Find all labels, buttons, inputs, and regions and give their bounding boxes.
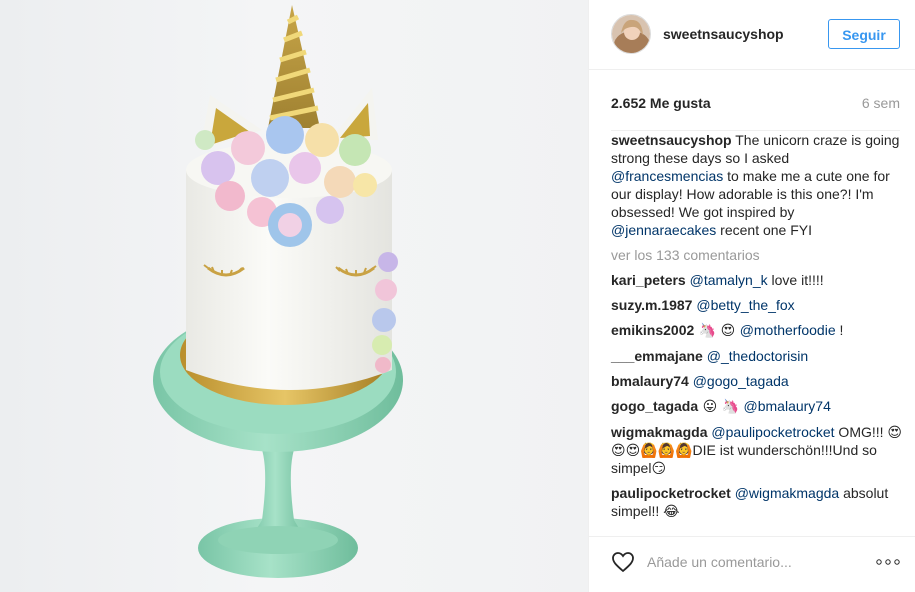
caption-text: recent one FYI <box>716 222 812 238</box>
more-options-icon[interactable] <box>876 559 900 565</box>
comment-text: ! <box>835 322 844 338</box>
comment-item: wigmakmagda @paulipocketrocket OMG!!! 😍😍… <box>611 423 903 477</box>
avatar[interactable] <box>611 14 651 54</box>
comment-mention[interactable]: @tamalyn_k <box>690 272 768 288</box>
comment-list: sweetnsaucyshop The unicorn craze is goi… <box>611 131 903 527</box>
instagram-post-modal: sweetnsaucyshop Seguir 2.652 Me gusta 6 … <box>0 0 915 592</box>
comment-mention[interactable]: @paulipocketrocket <box>711 424 834 440</box>
comment-item: suzy.m.1987 @betty_the_fox <box>611 296 903 314</box>
comment-item: kari_peters @tamalyn_k love it!!!! <box>611 271 903 289</box>
comment-mention[interactable]: @motherfoodie <box>740 322 836 338</box>
comment-emoji: 🦄 😍 <box>694 323 740 339</box>
unicorn-cake-image <box>153 5 403 578</box>
comment-mention[interactable]: @wigmakmagda <box>735 485 839 501</box>
heart-icon[interactable] <box>611 550 635 574</box>
comment-emoji: 😛 🦄 <box>698 399 744 415</box>
avatar-image <box>612 15 650 53</box>
comment-username[interactable]: wigmakmagda <box>611 424 707 440</box>
post-username[interactable]: sweetnsaucyshop <box>663 26 784 42</box>
comment-item: bmalaury74 @gogo_tagada <box>611 372 903 390</box>
comment-username[interactable]: gogo_tagada <box>611 398 698 414</box>
comment-username[interactable]: ___emmajane <box>611 348 703 364</box>
comment-username[interactable]: emikins2002 <box>611 322 694 338</box>
comment-mention[interactable]: @gogo_tagada <box>693 373 789 389</box>
comment-username[interactable]: suzy.m.1987 <box>611 297 692 313</box>
comment-mention[interactable]: @betty_the_fox <box>696 297 794 313</box>
comment-item: paulipocketrocket @wigmakmagda absolut s… <box>611 484 903 520</box>
comment-item: emikins2002 🦄 😍 @motherfoodie ! <box>611 321 903 340</box>
comment-text: love it!!!! <box>767 272 824 288</box>
follow-button[interactable]: Seguir <box>828 19 900 49</box>
comment-mention[interactable]: @bmalaury74 <box>744 398 831 414</box>
caption-mention[interactable]: @jennaraecakes <box>611 222 716 238</box>
view-all-comments-link[interactable]: ver los 133 comentarios <box>611 246 903 264</box>
comment-mention[interactable]: @_thedoctorisin <box>707 348 808 364</box>
comment-item: gogo_tagada 😛 🦄 @bmalaury74 <box>611 397 903 416</box>
comment-username[interactable]: bmalaury74 <box>611 373 689 389</box>
add-comment-input[interactable]: Añade un comentario... <box>647 554 792 570</box>
post-age[interactable]: 6 sem <box>862 95 900 111</box>
post-header: sweetnsaucyshop Seguir <box>589 0 915 70</box>
post-photo[interactable] <box>0 0 588 592</box>
post-stats: 2.652 Me gusta 6 sem <box>611 95 900 131</box>
post-side-panel: sweetnsaucyshop Seguir 2.652 Me gusta 6 … <box>588 0 915 592</box>
post-footer: Añade un comentario... <box>589 536 915 592</box>
like-count[interactable]: 2.652 Me gusta <box>611 95 711 111</box>
comment-item: ___emmajane @_thedoctorisin <box>611 347 903 365</box>
comment-username[interactable]: paulipocketrocket <box>611 485 731 501</box>
caption-username[interactable]: sweetnsaucyshop <box>611 132 732 148</box>
post-caption: sweetnsaucyshop The unicorn craze is goi… <box>611 131 903 239</box>
caption-mention[interactable]: @francesmencias <box>611 168 723 184</box>
comment-username[interactable]: kari_peters <box>611 272 686 288</box>
